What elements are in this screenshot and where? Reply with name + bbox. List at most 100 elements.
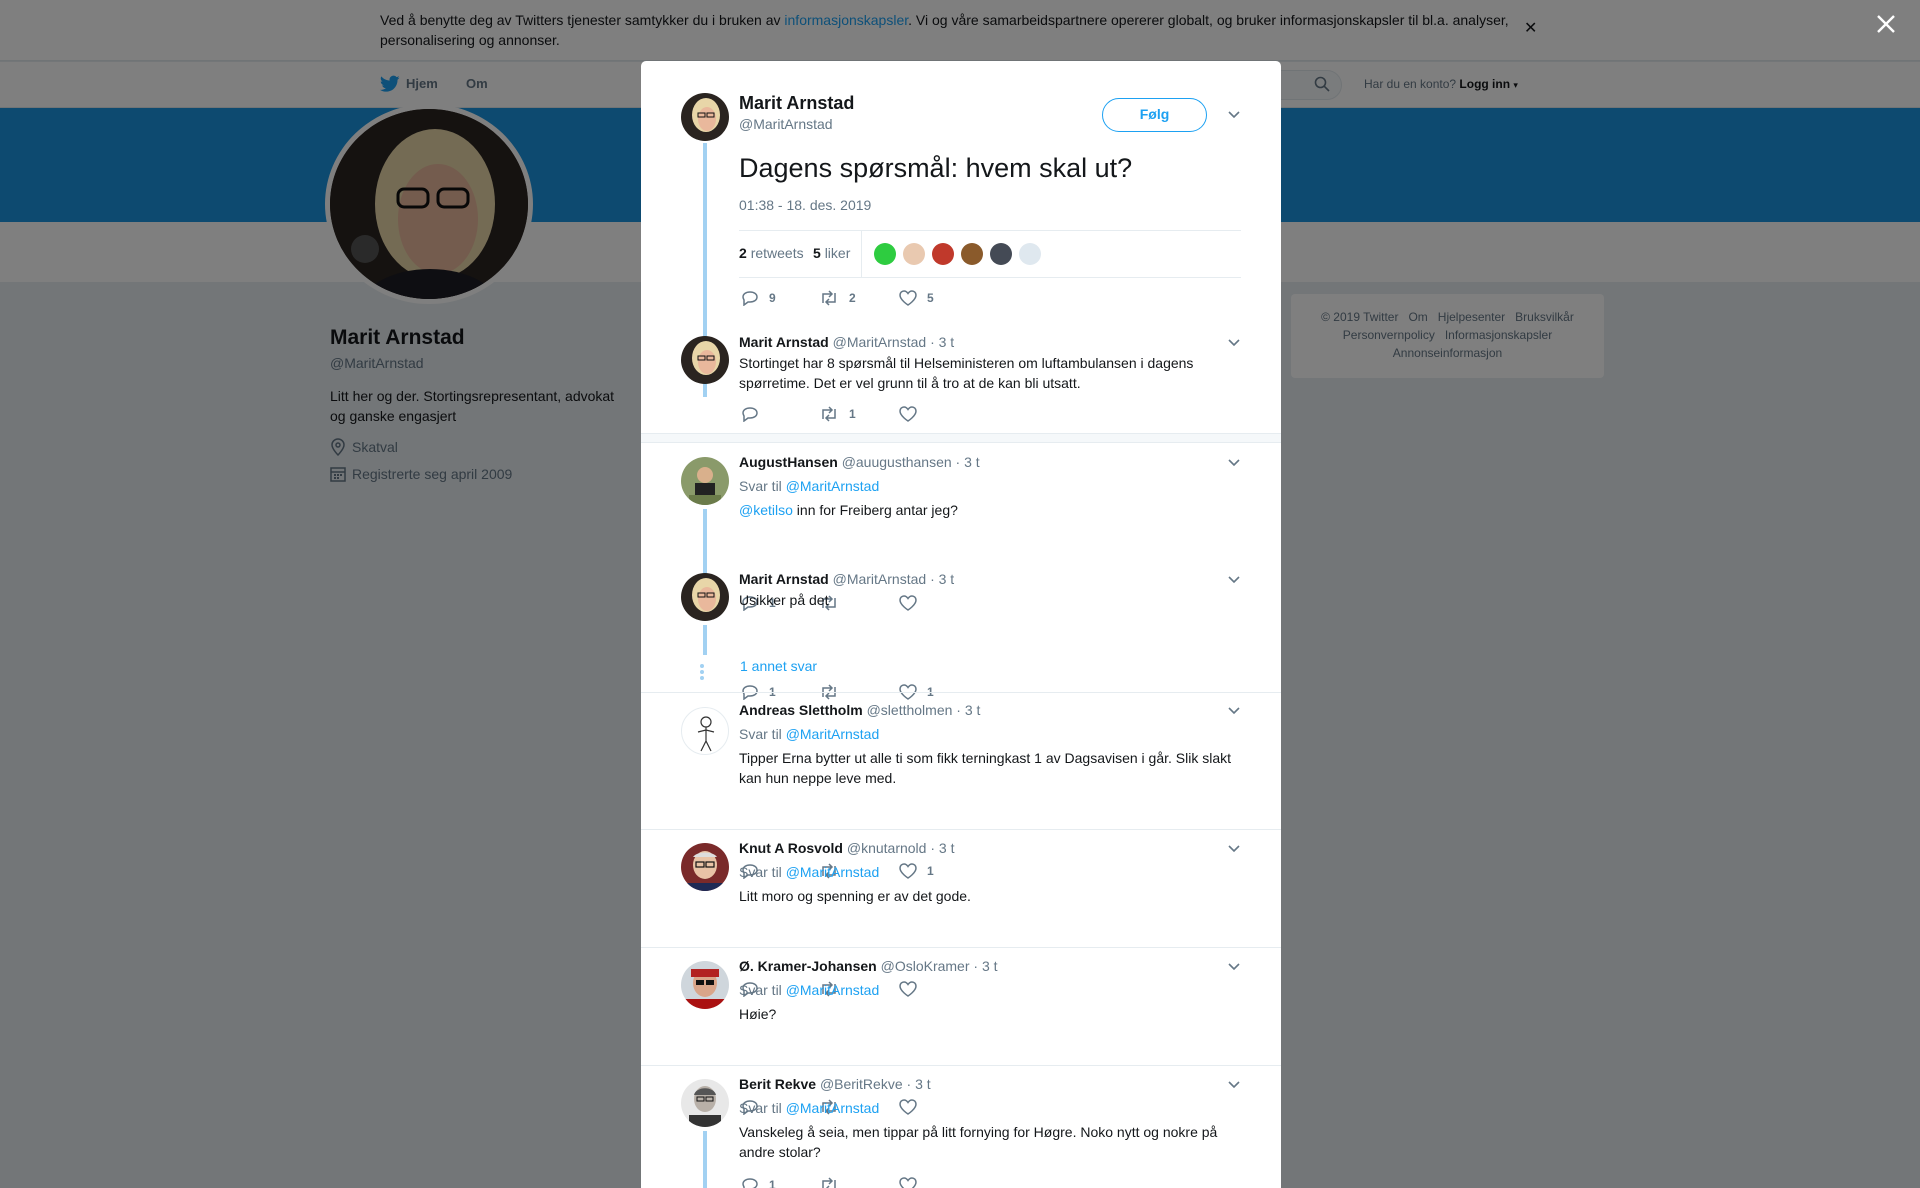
tweet-header: Knut A Rosvold @knutarnold · 3 t (739, 840, 954, 856)
tweet-time[interactable]: · 3 t (973, 958, 997, 974)
retweet-action[interactable]: 2 (819, 290, 856, 306)
divider (641, 1065, 1281, 1066)
liker-avatar[interactable] (1019, 243, 1041, 265)
close-icon[interactable] (1874, 12, 1898, 36)
avatar[interactable] (681, 93, 729, 141)
tweet-author-name[interactable]: Marit Arnstad (739, 334, 829, 350)
chevron-down-icon[interactable] (1228, 576, 1240, 584)
tweet-text: Tipper Erna bytter ut alle ti som fikk t… (739, 750, 1232, 786)
tweet-author-name[interactable]: AugustHansen (739, 454, 838, 470)
heart-icon (899, 981, 917, 997)
reply-action[interactable] (741, 406, 769, 422)
tweet-author-handle[interactable]: @MaritArnstad (833, 334, 927, 350)
reply-count: 9 (769, 291, 776, 305)
chevron-down-icon[interactable] (1228, 963, 1240, 971)
retweet-count: 1 (849, 407, 856, 421)
retweet-action[interactable]: 1 (819, 406, 856, 422)
avatar[interactable] (681, 843, 729, 891)
avatar[interactable] (681, 961, 729, 1009)
mention-link[interactable]: @ketilso (739, 502, 793, 518)
chevron-down-icon[interactable] (1228, 707, 1240, 715)
tweet-text: Høie? (739, 1006, 777, 1022)
chevron-down-icon[interactable] (1228, 1081, 1240, 1089)
like-action[interactable] (899, 981, 927, 997)
tweet-time[interactable]: · 3 t (956, 702, 980, 718)
tweet-header: Andreas Slettholm @slettholmen · 3 t (739, 702, 980, 718)
like-action[interactable]: 1 (899, 863, 934, 879)
heart-icon (899, 1177, 917, 1188)
tweet-author-handle[interactable]: @slettholmen (867, 702, 953, 718)
tweet-text: Stortinget har 8 spørsmål til Helseminis… (739, 355, 1194, 391)
liker-avatar[interactable] (990, 243, 1012, 265)
liker-avatar[interactable] (961, 243, 983, 265)
reply-to-link[interactable]: @MaritArnstad (786, 864, 880, 880)
like-action[interactable] (899, 1177, 927, 1188)
divider (641, 947, 1281, 948)
reply-to-link[interactable]: @MaritArnstad (786, 1100, 880, 1116)
thread-line (703, 625, 707, 655)
reply-to-line: Svar til @MaritArnstad (739, 726, 879, 742)
liker-avatar[interactable] (903, 243, 925, 265)
reply-action[interactable]: 9 (741, 290, 776, 306)
liker-avatar[interactable] (932, 243, 954, 265)
avatar[interactable] (681, 1079, 729, 1127)
tweet-time[interactable]: · 3 t (930, 840, 954, 856)
heart-icon (899, 290, 917, 306)
avatar[interactable] (681, 707, 729, 755)
avatar[interactable] (681, 336, 729, 384)
tweet-author-handle[interactable]: @BeritRekve (820, 1076, 903, 1092)
tweet-time[interactable]: · 3 t (907, 1076, 931, 1092)
like-action[interactable]: 5 (899, 290, 934, 306)
reply-to-link[interactable]: @MaritArnstad (786, 726, 880, 742)
reply-to-link[interactable]: @MaritArnstad (786, 478, 880, 494)
main-tweet-text: Dagens spørsmål: hvem skal ut? (739, 153, 1133, 183)
tweet-text: Usikker på det (739, 592, 829, 608)
main-tweet-timestamp[interactable]: 01:38 - 18. des. 2019 (739, 197, 871, 213)
reply-to-label: Svar til (739, 726, 782, 742)
tweet-author-handle[interactable]: @knutarnold (847, 840, 927, 856)
tweet-stats: 2 retweets 5 liker (739, 230, 1241, 278)
tweet-header: Marit Arnstad @MaritArnstad · 3 t (739, 334, 954, 350)
retweet-icon (822, 406, 836, 422)
chevron-down-icon[interactable] (1228, 459, 1240, 467)
main-tweet-author-handle[interactable]: @MaritArnstad (739, 116, 833, 132)
main-tweet-author-name[interactable]: Marit Arnstad (739, 93, 854, 114)
avatar[interactable] (681, 457, 729, 505)
chevron-down-icon[interactable] (1228, 339, 1240, 347)
tweet-time[interactable]: · 3 t (930, 571, 954, 587)
like-count: 5 (813, 245, 821, 261)
follow-button[interactable]: Følg (1102, 98, 1207, 132)
tweet-author-name[interactable]: Marit Arnstad (739, 571, 829, 587)
liker-avatar[interactable] (874, 243, 896, 265)
tweet-author-name[interactable]: Knut A Rosvold (739, 840, 843, 856)
avatar[interactable] (681, 573, 729, 621)
chevron-down-icon[interactable] (1228, 845, 1240, 853)
tweet-author-name[interactable]: Andreas Slettholm (739, 702, 863, 718)
reply-to-link[interactable]: @MaritArnstad (786, 982, 880, 998)
tweet-author-name[interactable]: Berit Rekve (739, 1076, 816, 1092)
reply-to-line: Svar til @MaritArnstad (739, 1100, 879, 1116)
like-stat[interactable]: 5 liker (813, 245, 850, 261)
tweet-author-name[interactable]: Ø. Kramer-Johansen (739, 958, 877, 974)
retweet-count: 2 (739, 245, 747, 261)
heart-icon (899, 406, 917, 422)
more-replies-link[interactable]: 1 annet svar (740, 658, 817, 674)
tweet-permalink-modal: Marit Arnstad @MaritArnstad Følg Dagens … (641, 61, 1281, 1188)
stats-divider (861, 231, 862, 277)
like-count: 5 (927, 291, 934, 305)
tweet-header: AugustHansen @auugusthansen · 3 t (739, 454, 980, 470)
retweet-icon (822, 1177, 836, 1188)
reply-count: 1 (769, 1178, 776, 1188)
like-action[interactable] (899, 406, 927, 422)
tweet-author-handle[interactable]: @OsloKramer (881, 958, 970, 974)
tweet-author-handle[interactable]: @auugusthansen (842, 454, 952, 470)
chevron-down-icon[interactable] (1228, 111, 1240, 119)
like-action[interactable] (899, 1099, 927, 1115)
tweet-time[interactable]: · 3 t (956, 454, 980, 470)
retweet-stat[interactable]: 2 retweets (739, 245, 804, 261)
tweet-author-handle[interactable]: @MaritArnstad (833, 571, 927, 587)
retweet-action[interactable] (819, 1177, 849, 1188)
tweet-time[interactable]: · 3 t (930, 334, 954, 350)
reply-action[interactable]: 1 (741, 1177, 776, 1188)
reply-to-label: Svar til (739, 982, 782, 998)
